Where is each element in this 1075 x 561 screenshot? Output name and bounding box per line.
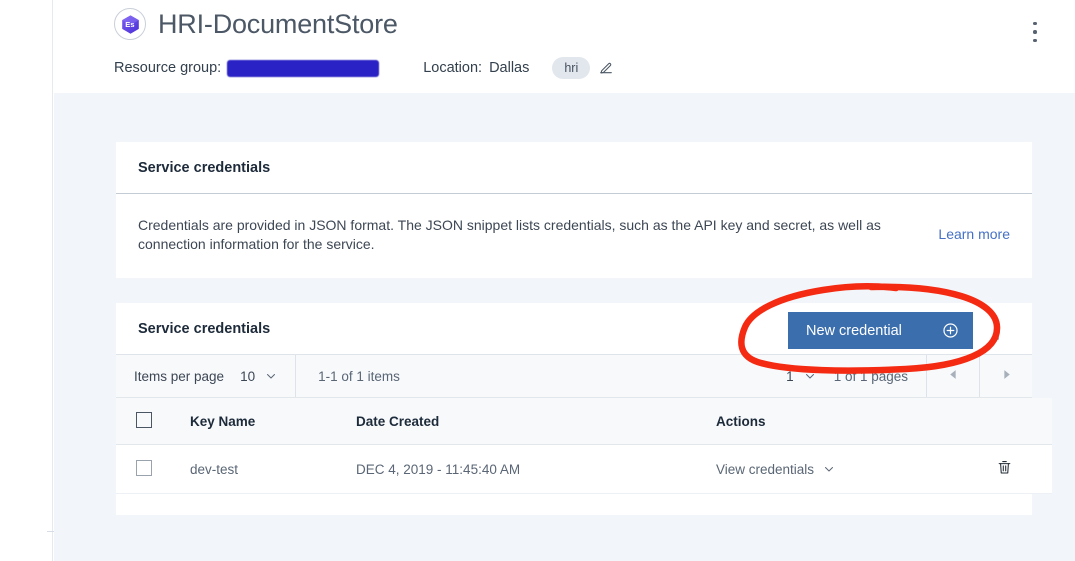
- overflow-dot: [995, 321, 999, 326]
- items-per-page-value: 10: [240, 368, 256, 384]
- chevron-down-icon: [265, 370, 277, 382]
- page-select-group: 1 1 of 1 pages: [766, 355, 926, 397]
- view-credentials-label: View credentials: [716, 461, 815, 477]
- resource-group-label: Resource group:: [114, 60, 222, 76]
- page-header: Es HRI-DocumentStore Resource group: Loc…: [54, 0, 1075, 93]
- tag-pill[interactable]: hri: [552, 57, 591, 79]
- info-card-title: Service credentials: [138, 159, 271, 176]
- column-header-key-name: Key Name: [190, 398, 356, 445]
- credentials-card-title: Service credentials: [138, 320, 271, 337]
- pagination-bar: Items per page 10 1-1 of 1 items 1 1 of …: [116, 355, 1032, 398]
- select-all-header: [116, 398, 190, 445]
- column-header-actions: Actions: [716, 398, 996, 445]
- page-select[interactable]: 1: [786, 369, 816, 384]
- row-checkbox[interactable]: [136, 459, 152, 476]
- credentials-overflow-menu[interactable]: [988, 319, 1006, 343]
- page-value: 1: [786, 368, 794, 384]
- info-card: Service credentials Credentials are prov…: [116, 142, 1032, 278]
- service-credentials-page: Es HRI-DocumentStore Resource group: Loc…: [0, 0, 1075, 561]
- resource-group-value-redacted: [227, 59, 380, 77]
- info-card-body: Credentials are provided in JSON format.…: [116, 194, 1032, 254]
- items-per-page-group: Items per page 10: [116, 355, 297, 397]
- overflow-dot: [1033, 21, 1037, 26]
- cell-key-name: dev-test: [190, 444, 356, 494]
- cell-actions: View credentials: [716, 444, 996, 494]
- caret-right-icon: [1000, 368, 1013, 384]
- column-header-date-created: Date Created: [356, 398, 716, 445]
- row-select-cell: [116, 444, 190, 494]
- content-area: Service credentials Credentials are prov…: [54, 93, 1075, 561]
- location-value: Dallas: [489, 60, 530, 76]
- pagination-range-text: 1-1 of 1 items: [318, 368, 400, 384]
- plus-circle-icon: [942, 322, 959, 339]
- prev-page-button[interactable]: [926, 355, 979, 397]
- overflow-dot: [1033, 38, 1037, 43]
- table-header-row: Key Name Date Created Actions: [116, 398, 1052, 445]
- pages-total-text: 1 of 1 pages: [833, 368, 908, 384]
- pagination-spacer: [418, 355, 766, 397]
- items-per-page-select[interactable]: 10: [240, 369, 277, 384]
- info-card-description: Credentials are provided in JSON format.…: [138, 217, 881, 252]
- cell-date-created: DEC 4, 2019 - 11:45:40 AM: [356, 444, 716, 494]
- select-all-checkbox[interactable]: [136, 411, 152, 428]
- service-icon-label: Es: [125, 19, 135, 29]
- info-card-header: Service credentials: [116, 142, 1032, 194]
- chevron-down-icon: [823, 463, 835, 475]
- column-header-delete: [996, 398, 1052, 445]
- cell-delete: [996, 444, 1052, 494]
- overflow-dot: [1033, 30, 1037, 34]
- table-row: dev-test DEC 4, 2019 - 11:45:40 AM View …: [116, 444, 1052, 494]
- new-credential-button[interactable]: New credential: [788, 312, 973, 349]
- overflow-dot: [995, 336, 999, 341]
- new-credential-label: New credential: [806, 322, 902, 339]
- title-row: Es HRI-DocumentStore: [114, 8, 398, 40]
- overflow-dot: [995, 329, 999, 333]
- location-label: Location:: [423, 60, 483, 76]
- caret-left-icon: [947, 368, 960, 384]
- credentials-card: Service credentials New credential Items…: [116, 303, 1052, 515]
- items-per-page-label: Items per page: [134, 368, 225, 384]
- page-overflow-menu[interactable]: [1025, 16, 1045, 48]
- chevron-down-icon: [804, 370, 816, 382]
- pencil-icon[interactable]: [598, 60, 614, 76]
- main-column: Es HRI-DocumentStore Resource group: Loc…: [54, 0, 1075, 561]
- credentials-table: Key Name Date Created Actions dev-test D…: [116, 398, 1052, 494]
- next-page-button[interactable]: [979, 355, 1032, 397]
- page-title: HRI-DocumentStore: [158, 8, 398, 39]
- hexagon-icon: Es: [120, 14, 141, 35]
- trash-icon[interactable]: [996, 459, 1013, 476]
- learn-more-link[interactable]: Learn more: [938, 226, 1010, 242]
- resource-meta-row: Resource group: Location: Dallas hri: [114, 57, 614, 79]
- left-rail: [0, 0, 59, 561]
- view-credentials-toggle[interactable]: View credentials: [716, 462, 835, 477]
- service-avatar: Es: [114, 8, 146, 40]
- credentials-card-header: Service credentials New credential: [116, 303, 1032, 355]
